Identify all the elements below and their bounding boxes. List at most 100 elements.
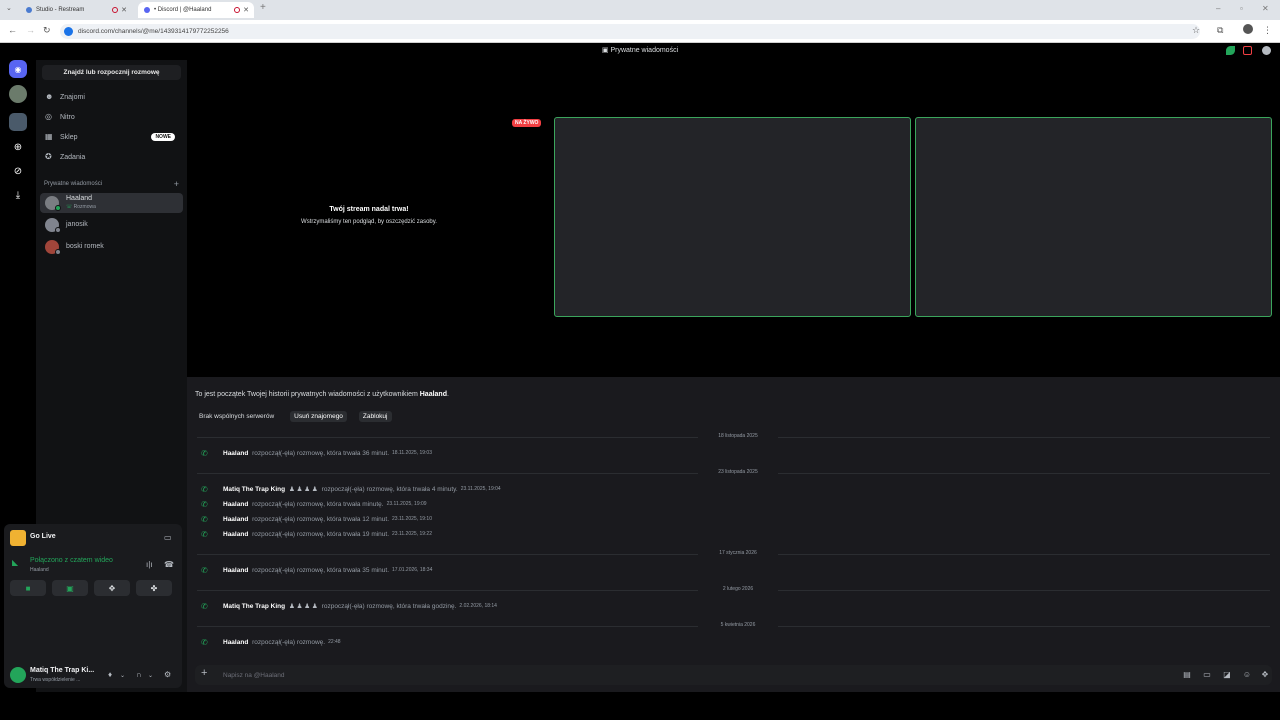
create-dm-icon[interactable]: + <box>174 179 179 189</box>
call-message: ✆ Haaland rozpoczął(-ęła) rozmowę, która … <box>201 498 427 510</box>
browser-tab-discord[interactable]: • Discord | @Haaland ✕ <box>138 2 254 18</box>
chat-intro: To jest początek Twojej historii prywatn… <box>195 391 449 398</box>
screen-share-button[interactable]: ▣ <box>52 580 88 596</box>
message-time: 23.11.2025, 19:04 <box>460 486 501 492</box>
close-window-icon[interactable]: ✕ <box>1262 4 1269 13</box>
add-server-icon[interactable]: ⊕ <box>9 138 27 156</box>
nitro-leaf-icon[interactable] <box>1226 46 1235 55</box>
message-author[interactable]: Haaland <box>223 516 248 523</box>
call-message: ✆ Haaland rozpoczął(-ęła) rozmowę, która … <box>201 447 432 459</box>
menu-icon[interactable]: ⋮ <box>1263 25 1272 36</box>
dm-item-haaland[interactable]: Haaland ☏ Rozmowa <box>40 193 183 213</box>
dm-name: boski romek <box>66 243 104 250</box>
dm-activity-text: Rozmowa <box>73 204 96 210</box>
recording-icon <box>234 7 240 13</box>
message-text: rozpoczął(-ęła) rozmowę, która trwała 19… <box>252 530 390 538</box>
close-tab-icon[interactable]: ✕ <box>121 6 127 14</box>
gift-icon[interactable]: ▤ <box>1182 670 1192 680</box>
block-button[interactable]: Zablokuj <box>358 411 392 422</box>
tab-search-icon[interactable]: ⌄ <box>6 4 12 12</box>
find-conversation-button[interactable]: Znajdź lub rozpocznij rozmowę <box>42 65 181 80</box>
audio-options-icon[interactable]: ⌄ <box>148 672 153 679</box>
nav-shop[interactable]: ▦ Sklep NOWE <box>40 128 183 146</box>
message-time: 18.11.2025, 19:03 <box>392 450 432 456</box>
phone-icon: ✆ <box>201 514 208 524</box>
user-avatar[interactable] <box>10 667 26 683</box>
browser-tab-restream[interactable]: Studio - Restream ✕ <box>20 2 132 18</box>
close-tab-icon[interactable]: ✕ <box>243 6 249 14</box>
help-icon[interactable] <box>1262 46 1271 55</box>
settings-gear-icon[interactable]: ⚙ <box>164 670 171 679</box>
phone-icon: ✆ <box>201 601 208 611</box>
browser-tab-strip: ⌄ Studio - Restream ✕ • Discord | @Haala… <box>0 0 1280 20</box>
message-author[interactable]: Haaland <box>223 531 248 538</box>
message-author[interactable]: Matiq The Trap King <box>223 486 285 493</box>
emoji-icon[interactable]: ☺ <box>1242 670 1252 680</box>
date-label: 23 listopada 2025 <box>698 469 778 475</box>
remove-friend-button[interactable]: Usuń znajomego <box>290 411 347 422</box>
site-info-icon[interactable] <box>64 27 73 36</box>
back-icon[interactable]: ← <box>8 25 17 35</box>
message-time: 22:48 <box>328 639 341 645</box>
reload-icon[interactable]: ↻ <box>43 25 51 36</box>
message-input[interactable] <box>223 668 1023 682</box>
dm-item-boski-romek[interactable]: boski romek <box>40 237 183 257</box>
activities-button[interactable]: ✥ <box>94 580 130 596</box>
camera-button[interactable]: ■ <box>10 580 46 596</box>
discover-icon[interactable]: ⊘ <box>9 162 27 180</box>
mic-options-icon[interactable]: ⌄ <box>120 672 125 679</box>
bookmark-star-icon[interactable]: ☆ <box>1192 25 1200 36</box>
forward-icon[interactable]: → <box>26 25 35 35</box>
gif-icon[interactable]: ▭ <box>1202 670 1212 680</box>
phone-icon: ✆ <box>201 484 208 494</box>
new-tab-icon[interactable]: + <box>260 2 266 13</box>
intro-period: . <box>446 391 449 398</box>
profile-avatar[interactable] <box>1243 24 1253 34</box>
mutual-servers-button[interactable]: Brak wspólnych serwerów <box>195 411 278 422</box>
minimize-icon[interactable]: – <box>1216 4 1220 13</box>
microphone-icon[interactable]: ♦ <box>108 670 112 679</box>
apps-icon[interactable]: ✥ <box>1260 670 1270 680</box>
download-icon[interactable]: ⤓ <box>9 186 27 204</box>
discord-home-icon[interactable]: ◉ <box>9 60 27 78</box>
url-text: discord.com/channels/@me/143931417977225… <box>78 28 229 35</box>
phone-icon: ✆ <box>201 637 208 647</box>
attach-plus-icon[interactable]: + <box>201 667 207 679</box>
server-icon-2[interactable] <box>9 113 27 131</box>
message-time: 17.01.2026, 18:34 <box>392 567 433 573</box>
extensions-icon[interactable]: ⧉ <box>1217 25 1223 36</box>
inbox-icon[interactable] <box>1243 46 1252 55</box>
message-author[interactable]: Haaland <box>223 567 248 574</box>
disconnect-icon[interactable]: ☎ <box>164 560 174 569</box>
soundboard-button[interactable]: ✤ <box>136 580 172 596</box>
dm-item-janosik[interactable]: janosik <box>40 215 183 235</box>
message-author[interactable]: Haaland <box>223 501 248 508</box>
message-author[interactable]: Haaland <box>223 450 248 457</box>
stream-paused-subtitle: Wstrzymaliśmy ten podgląd, by oszczędzić… <box>301 219 437 225</box>
user-status: Trwa współdzielenie ... <box>30 677 81 683</box>
stream-settings-icon[interactable]: ▭ <box>164 533 172 542</box>
date-divider: 17 stycznia 2026 <box>197 550 1270 556</box>
date-label: 17 stycznia 2026 <box>698 550 778 556</box>
nav-label: Nitro <box>60 113 75 121</box>
go-live-panel: Go Live ▭ <box>4 524 182 552</box>
dm-activity: ☏ Rozmowa <box>66 204 96 210</box>
message-author[interactable]: Matiq The Trap King <box>223 603 285 610</box>
maximize-icon[interactable]: ▫ <box>1240 4 1243 13</box>
voice-status[interactable]: Połączono z czatem wideo <box>30 557 113 564</box>
shop-icon: ▦ <box>45 132 53 141</box>
nav-friends[interactable]: ☻ Znajomi <box>40 88 183 106</box>
intro-text: To jest początek Twojej historii prywatn… <box>195 391 420 398</box>
video-tile-2[interactable] <box>915 117 1272 317</box>
server-icon-1[interactable] <box>9 85 27 103</box>
call-message: ✆ Haaland rozpoczął(-ęła) rozmowę. 22:48 <box>201 636 341 648</box>
url-field[interactable]: discord.com/channels/@me/143931417977225… <box>60 24 1200 39</box>
message-author[interactable]: Haaland <box>223 639 248 646</box>
headphones-icon[interactable]: ∩ <box>136 670 142 679</box>
nav-quests[interactable]: ✪ Zadania <box>40 148 183 166</box>
noise-suppression-icon[interactable]: ı|ı <box>146 560 153 569</box>
user-name: Matiq The Trap Ki... <box>30 667 95 674</box>
video-tile-1[interactable] <box>554 117 911 317</box>
sticker-icon[interactable]: ◪ <box>1222 670 1232 680</box>
nav-nitro[interactable]: ◎ Nitro <box>40 108 183 126</box>
